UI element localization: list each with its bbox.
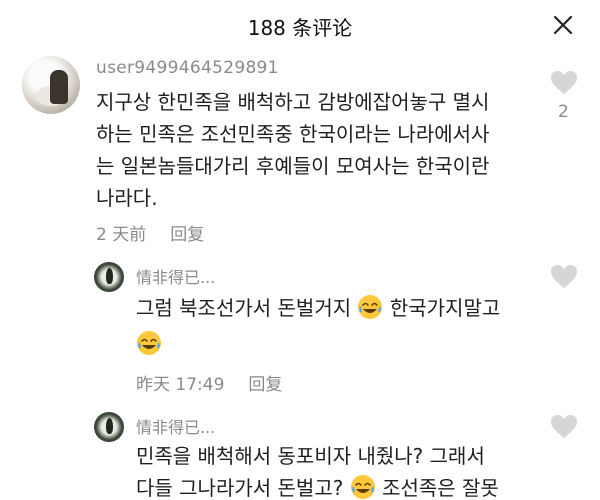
reply-meta: 昨天 17:49 回复: [136, 370, 282, 395]
reply-username[interactable]: 情非得已...: [136, 264, 215, 288]
comments-header: 188 条评论: [0, 0, 600, 52]
reply-line: 다들 그나라가서 돈벌고? 조선족은 잘못: [136, 475, 499, 500]
comment-meta: 2 天前 回复: [96, 220, 204, 245]
reply-text: 민족을 배척해서 동포비자 내줬나? 그래서 다들 그나라가서 돈벌고? 조선족…: [136, 440, 536, 500]
reply-button[interactable]: 回复: [170, 225, 204, 245]
reply-avatar[interactable]: [94, 262, 124, 292]
comment-time: 2 天前: [96, 225, 147, 245]
heart-icon[interactable]: [550, 264, 578, 290]
laughing-tears-emoji-icon: [358, 295, 383, 319]
comment-line: 나라다.: [96, 186, 158, 210]
laughing-tears-emoji-icon: [350, 475, 375, 499]
comment-line: 하는 민족은 조선민족중 한국이라는 나라에서사: [96, 122, 490, 146]
reply-line: 민족을 배척해서 동포비자 내줬나? 그래서: [136, 444, 485, 468]
reply-time: 昨天 17:49: [136, 375, 225, 395]
reply-username[interactable]: 情非得已...: [136, 414, 215, 438]
comment-count-title: 188 条评论: [247, 16, 353, 40]
like-count: 2: [558, 102, 569, 122]
avatar[interactable]: [22, 56, 80, 114]
reply-text-part: 그럼 북조선가서 돈벌거지: [136, 296, 352, 320]
laughing-tears-emoji-icon: [137, 331, 161, 355]
reply-avatar[interactable]: [94, 412, 124, 442]
reply-text-part: 한국가지말고: [389, 296, 501, 320]
comment-line: 는 일본놈들대가리 후예들이 모여사는 한국이란: [96, 154, 490, 178]
heart-icon[interactable]: [550, 414, 578, 440]
reply-button[interactable]: 回复: [248, 375, 282, 395]
comment-line: 지구상 한민족을 배척하고 감방에잡어놓구 멸시: [96, 90, 490, 114]
heart-icon[interactable]: [550, 70, 578, 96]
close-icon[interactable]: [552, 14, 574, 36]
reply-text: 그럼 북조선가서 돈벌거지 한국가지말고: [136, 292, 536, 324]
comment-username[interactable]: user9499464529891: [96, 58, 279, 78]
comment-text: 지구상 한민족을 배척하고 감방에잡어놓구 멸시 하는 민족은 조선민족중 한국…: [96, 86, 506, 214]
